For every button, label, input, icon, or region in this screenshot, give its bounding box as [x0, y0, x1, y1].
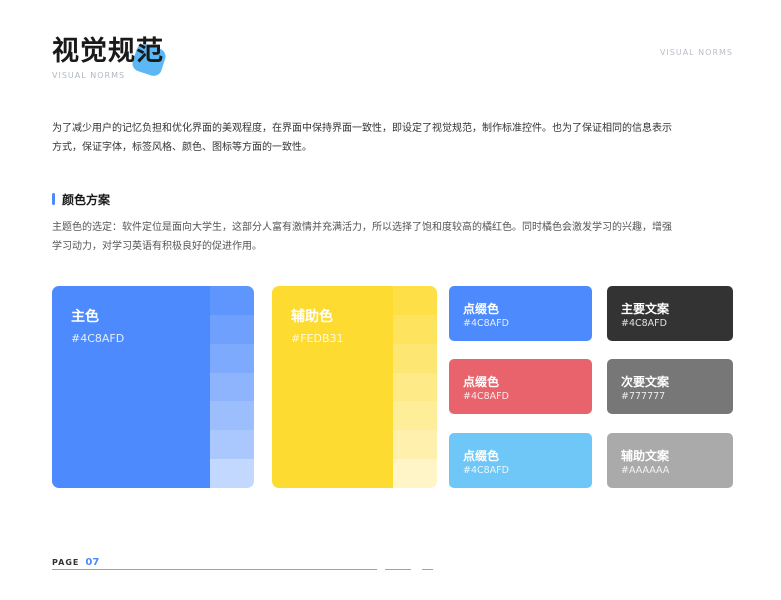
- secondary-shade-column: [393, 286, 437, 488]
- text-color-card: 辅助文案 #AAAAAA: [607, 433, 733, 488]
- footer-line: [385, 569, 411, 570]
- secondary-shade-swatch: [393, 314, 437, 344]
- page-title: 视觉规范: [52, 36, 164, 67]
- page-indicator: PAGE 07: [52, 550, 99, 569]
- primary-color-name: 主色: [71, 309, 99, 325]
- text-color-name: 次要文案: [621, 375, 670, 389]
- footer-line: [52, 569, 377, 570]
- text-color-name: 主要文案: [621, 302, 670, 316]
- secondary-color-hex: #FEDB31: [291, 332, 344, 345]
- secondary-shade-swatch: [393, 286, 437, 315]
- primary-shade-swatch: [210, 401, 254, 431]
- accent-color-card: 点缀色 #4C8AFD: [449, 286, 592, 341]
- section-description: 主题色的选定：软件定位是面向大学生，这部分人富有激情并充满活力，所以选择了饱和度…: [52, 222, 672, 252]
- accent-color-name: 点缀色: [463, 375, 500, 389]
- secondary-shade-swatch: [393, 430, 437, 460]
- text-color-name: 辅助文案: [621, 449, 670, 463]
- primary-shade-swatch: [210, 372, 254, 402]
- page-label: PAGE: [52, 558, 80, 567]
- corner-label: VISUAL NORMS: [659, 48, 733, 57]
- secondary-shade-swatch: [393, 459, 437, 488]
- text-color-card: 主要文案 #4C8AFD: [607, 286, 733, 341]
- primary-shade-swatch: [210, 430, 254, 460]
- intro-paragraph: 为了减少用户的记忆负担和优化界面的美观程度，在界面中保持界面一致性，即设定了视觉…: [52, 123, 672, 153]
- primary-shade-swatch: [210, 343, 254, 373]
- secondary-color-card: 辅助色 #FEDB31: [272, 286, 437, 488]
- primary-shade-column: [210, 286, 254, 488]
- secondary-color-name: 辅助色: [291, 309, 333, 325]
- primary-shade-swatch: [210, 286, 254, 315]
- text-color-hex: #777777: [621, 391, 666, 402]
- page-number: 07: [85, 557, 100, 568]
- secondary-shade-swatch: [393, 343, 437, 373]
- accent-color-name: 点缀色: [463, 302, 500, 316]
- primary-color-hex: #4C8AFD: [71, 332, 125, 345]
- footer-line: [422, 569, 433, 570]
- section-accent-bar: [52, 193, 55, 205]
- page-subtitle: VISUAL NORMS: [52, 71, 126, 80]
- accent-color-hex: #4C8AFD: [463, 391, 509, 402]
- secondary-shade-swatch: [393, 401, 437, 431]
- accent-color-card: 点缀色 #4C8AFD: [449, 433, 592, 488]
- accent-color-card: 点缀色 #4C8AFD: [449, 359, 592, 414]
- accent-color-hex: #4C8AFD: [463, 318, 509, 329]
- text-color-hex: #AAAAAA: [621, 465, 670, 476]
- page-title-group: 视觉规范: [52, 34, 168, 78]
- secondary-shade-swatch: [393, 372, 437, 402]
- accent-color-hex: #4C8AFD: [463, 465, 509, 476]
- text-color-hex: #4C8AFD: [621, 318, 667, 329]
- section-title: 颜色方案: [62, 193, 111, 207]
- primary-color-card: 主色 #4C8AFD: [52, 286, 254, 488]
- primary-shade-swatch: [210, 459, 254, 488]
- text-color-card: 次要文案 #777777: [607, 359, 733, 414]
- primary-shade-swatch: [210, 314, 254, 344]
- accent-color-name: 点缀色: [463, 449, 500, 463]
